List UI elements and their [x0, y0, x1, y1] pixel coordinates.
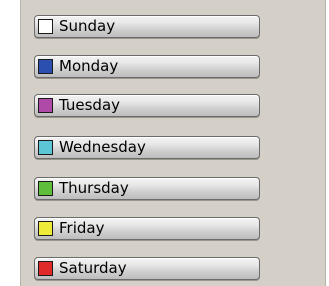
- day-button-wednesday[interactable]: Wednesday: [34, 136, 260, 159]
- day-label-monday: Monday: [59, 57, 119, 75]
- color-swatch-wednesday: [38, 140, 53, 155]
- day-label-thursday: Thursday: [59, 179, 129, 197]
- color-swatch-tuesday: [38, 98, 53, 113]
- day-button-monday[interactable]: Monday: [34, 55, 260, 78]
- color-swatch-friday: [38, 221, 53, 236]
- day-label-wednesday: Wednesday: [59, 138, 146, 156]
- day-label-friday: Friday: [59, 219, 105, 237]
- day-button-thursday[interactable]: Thursday: [34, 177, 260, 200]
- color-swatch-sunday: [38, 19, 53, 34]
- day-button-friday[interactable]: Friday: [34, 217, 260, 240]
- day-label-saturday: Saturday: [59, 259, 127, 277]
- day-label-sunday: Sunday: [59, 17, 116, 35]
- color-swatch-monday: [38, 59, 53, 74]
- day-color-panel: Sunday Monday Tuesday Wednesday Thursday…: [20, 0, 326, 286]
- color-swatch-saturday: [38, 261, 53, 276]
- day-button-tuesday[interactable]: Tuesday: [34, 94, 260, 117]
- day-button-saturday[interactable]: Saturday: [34, 257, 260, 280]
- day-label-tuesday: Tuesday: [59, 96, 121, 114]
- color-swatch-thursday: [38, 181, 53, 196]
- day-button-sunday[interactable]: Sunday: [34, 15, 260, 38]
